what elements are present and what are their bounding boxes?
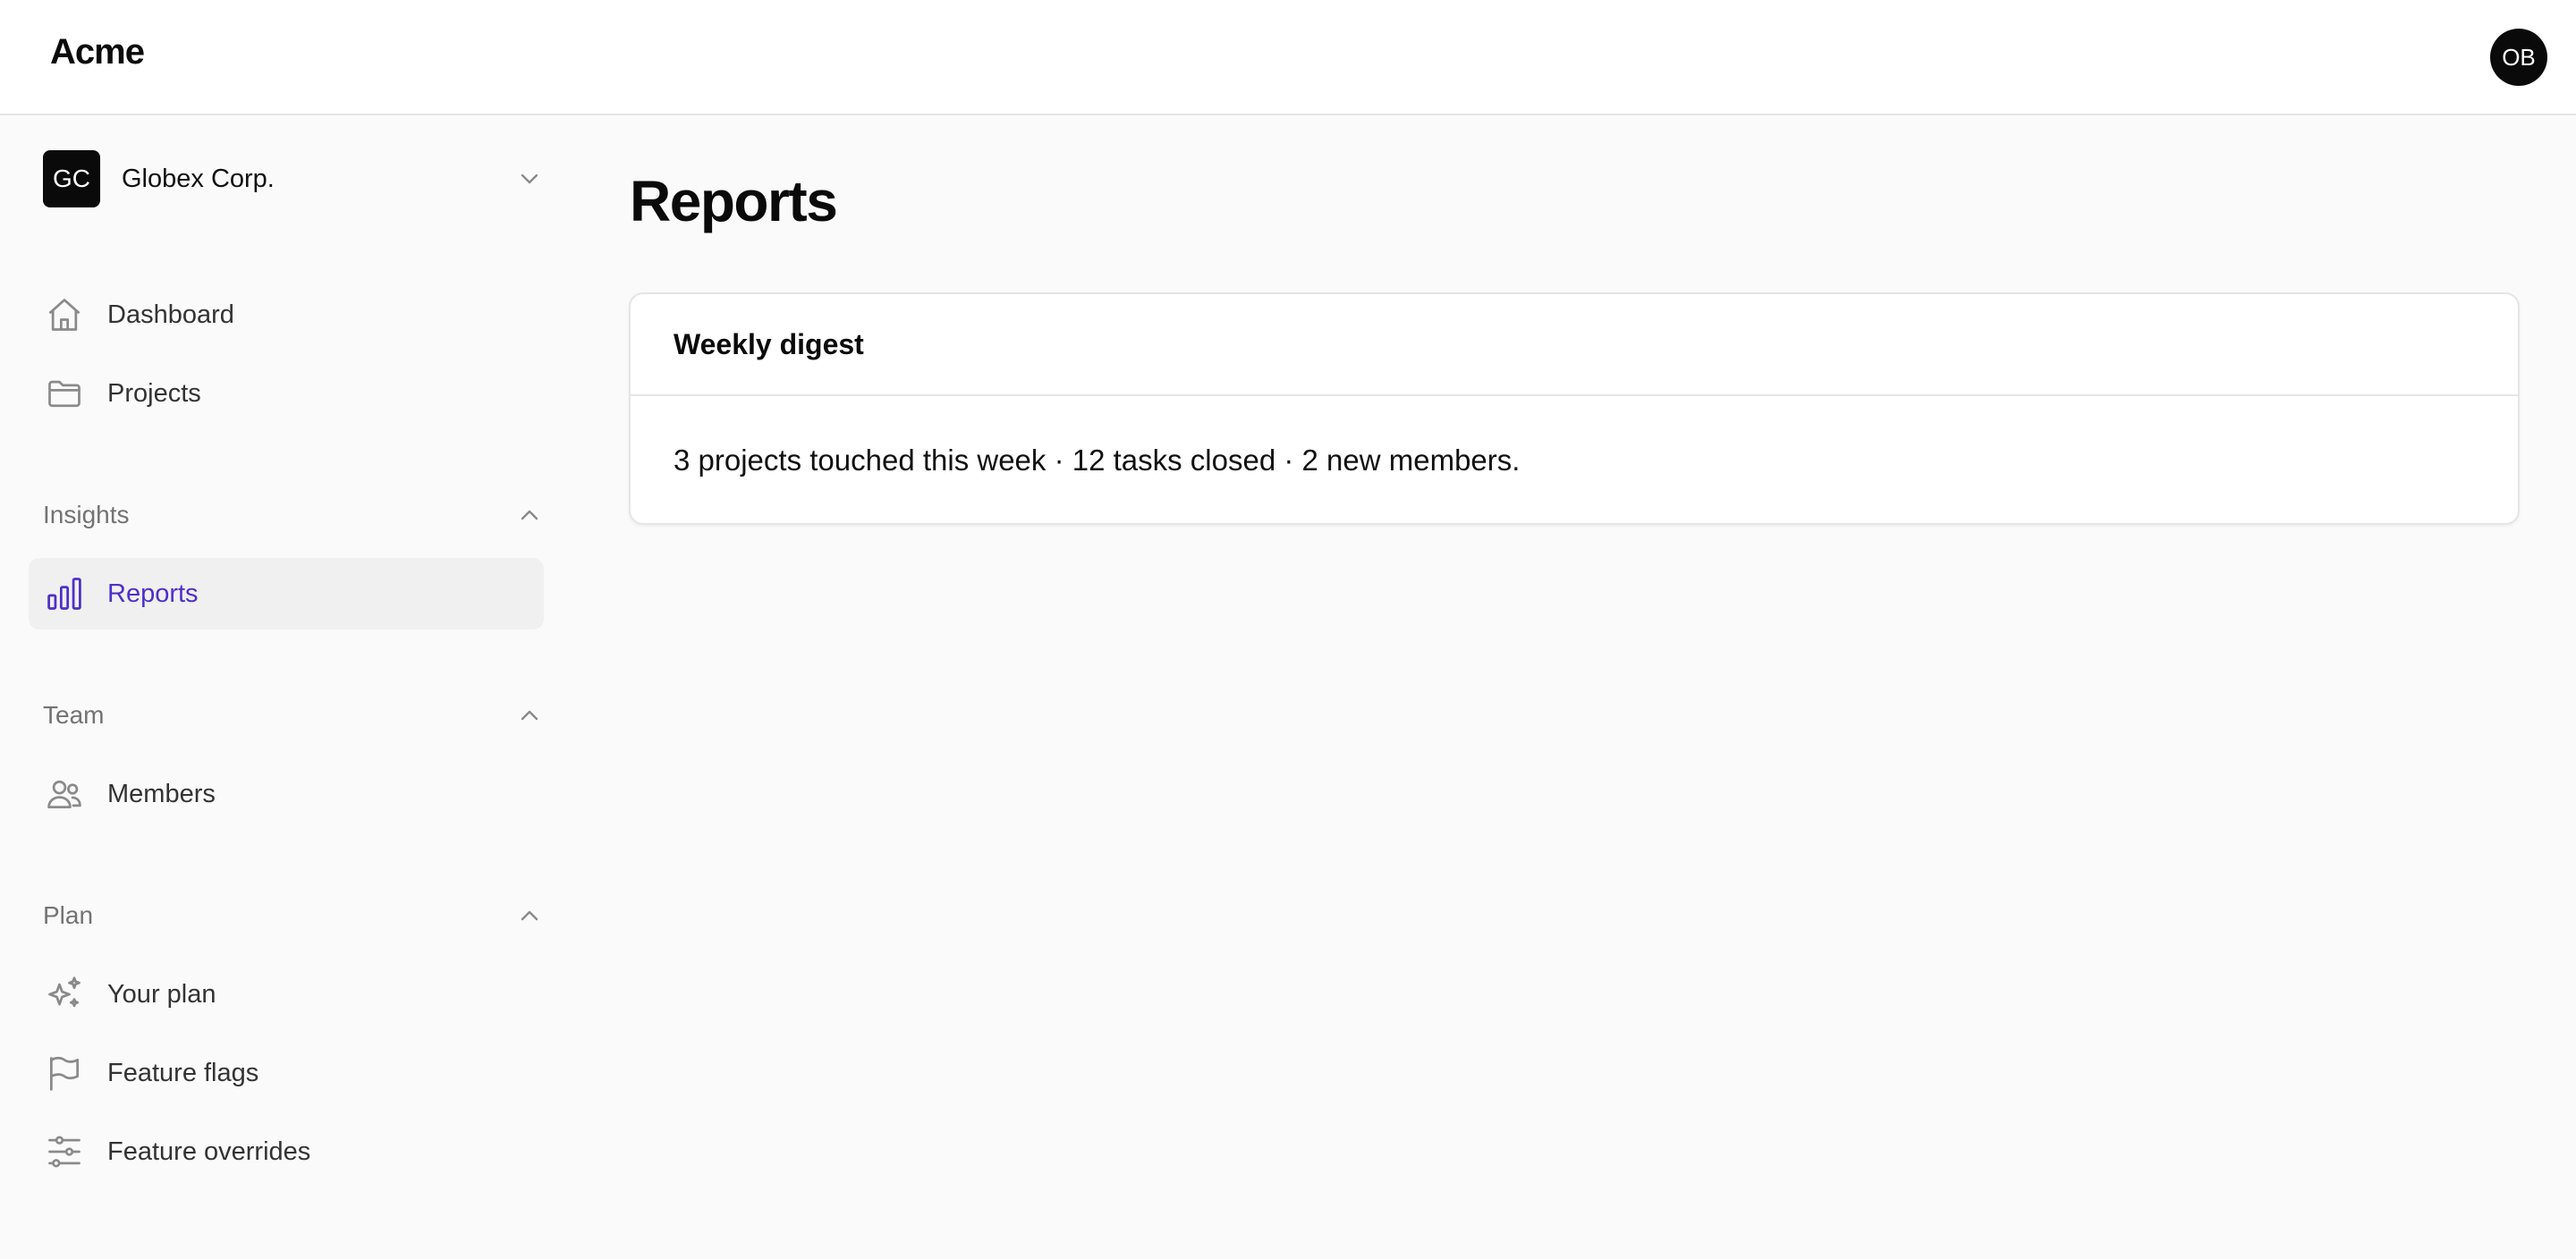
section-plan[interactable]: Plan (43, 898, 544, 934)
folder-icon (43, 372, 86, 415)
sidebar-item-dashboard[interactable]: Dashboard (29, 279, 544, 351)
sparkles-icon (43, 973, 86, 1016)
section-insights[interactable]: Insights (43, 497, 544, 533)
section-label: Team (43, 701, 105, 729)
sidebar-item-label: Projects (107, 378, 201, 408)
home-icon (43, 293, 86, 336)
sliders-icon (43, 1130, 86, 1173)
sidebar-item-your-plan[interactable]: Your plan (29, 959, 544, 1030)
card-title: Weekly digest (631, 294, 2518, 396)
chevron-up-icon (515, 501, 544, 529)
sidebar-item-label: Your plan (107, 979, 216, 1009)
org-name: Globex Corp. (122, 164, 275, 193)
sidebar-item-feature-overrides[interactable]: Feature overrides (29, 1116, 544, 1187)
org-switcher[interactable]: GC Globex Corp. (43, 150, 544, 207)
sidebar-item-reports[interactable]: Reports (29, 558, 544, 630)
sidebar-item-projects[interactable]: Projects (29, 358, 544, 429)
top-bar: Acme OB (0, 0, 2576, 115)
section-label: Plan (43, 901, 94, 929)
sidebar-item-feature-flags[interactable]: Feature flags (29, 1037, 544, 1109)
user-avatar[interactable]: OB (2490, 29, 2547, 86)
sidebar: GC Globex Corp. Dashboard Projects Insig… (0, 116, 572, 1259)
section-label: Insights (43, 501, 130, 528)
sidebar-item-label: Feature overrides (107, 1136, 311, 1166)
users-icon (43, 773, 86, 815)
bar-chart-icon (43, 572, 86, 615)
chevron-up-icon (515, 901, 544, 930)
chevron-up-icon (515, 701, 544, 730)
sidebar-item-label: Dashboard (107, 300, 234, 329)
sidebar-item-label: Reports (107, 579, 199, 608)
chevron-down-icon (515, 165, 544, 193)
sidebar-item-members[interactable]: Members (29, 758, 544, 830)
brand-logo[interactable]: Acme (50, 32, 145, 72)
section-team[interactable]: Team (43, 697, 544, 733)
page-title: Reports (630, 169, 838, 233)
sidebar-item-label: Feature flags (107, 1058, 259, 1087)
org-badge: GC (43, 150, 100, 207)
weekly-digest-card: Weekly digest 3 projects touched this we… (629, 292, 2520, 525)
card-body: 3 projects touched this week · 12 tasks … (674, 444, 1521, 477)
sidebar-item-label: Members (107, 779, 216, 808)
flag-icon (43, 1052, 86, 1094)
